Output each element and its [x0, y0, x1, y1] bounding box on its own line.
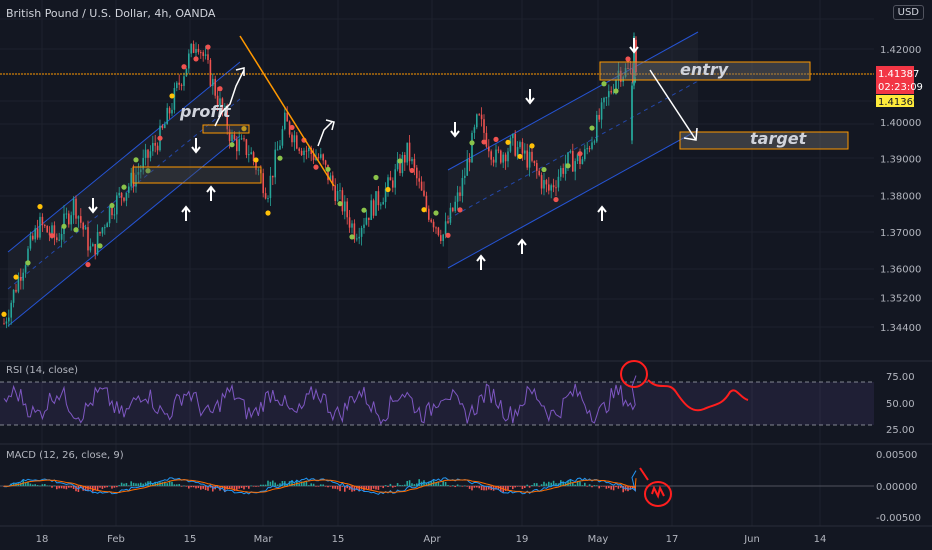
chart-canvas[interactable]: profit entry target 1.42000 1.40000 1.3900…: [0, 0, 932, 550]
time-tick-label: 15: [332, 534, 345, 545]
time-tick-label: 15: [184, 534, 197, 545]
target-label: target: [750, 129, 808, 148]
time-tick-label: Mar: [254, 534, 274, 545]
down-trendline[interactable]: [239, 35, 335, 187]
up-arrow: [517, 238, 527, 254]
rsi-tick-label: 25.00: [886, 425, 915, 436]
svg-text:1.41387: 1.41387: [878, 69, 919, 80]
macd-axis: 0.00500 0.00000 -0.00500: [876, 450, 921, 524]
profit-label: profit: [179, 102, 232, 121]
rsi-tick-label: 75.00: [886, 372, 915, 383]
rsi-axis: 75.00 50.00 25.00: [886, 372, 915, 436]
macd-tick-label: -0.00500: [876, 513, 921, 524]
time-axis[interactable]: 18 Feb 15 Mar 15 Apr 19 May 17 Jun 14: [36, 534, 827, 545]
price-tick-label: 1.40000: [880, 118, 921, 129]
macd-tick-label: 0.00000: [876, 482, 917, 493]
macd-red-drawing: [639, 467, 672, 507]
price-tick-label: 1.35200: [880, 294, 921, 305]
time-tick-label: 17: [666, 534, 679, 545]
price-tick-label: 1.42000: [880, 45, 921, 56]
down-arrow: [525, 89, 535, 105]
macd-label: MACD (12, 26, close, 9): [6, 450, 124, 461]
zone-box-2[interactable]: [202, 124, 250, 134]
second-price-badge: 1.41369: [876, 95, 919, 108]
entry-label: entry: [680, 60, 729, 79]
time-tick-label: 14: [814, 534, 827, 545]
rsi-tick-label: 50.00: [886, 399, 915, 410]
time-tick-label: Jun: [743, 534, 760, 545]
price-tick-label: 1.38000: [880, 191, 921, 202]
up-arrow: [476, 254, 486, 270]
macd-tick-label: 0.00500: [876, 450, 917, 461]
price-tick-label: 1.36000: [880, 264, 921, 275]
rsi-label: RSI (14, close): [6, 365, 79, 376]
svg-text:02:23:09: 02:23:09: [878, 82, 923, 93]
zone-box-1[interactable]: [132, 166, 262, 184]
time-tick-label: Apr: [423, 534, 441, 545]
up-arrow: [597, 205, 607, 221]
chart-title: British Pound / U.S. Dollar, 4h, OANDA: [6, 7, 216, 20]
up-arrow: [206, 185, 216, 201]
time-tick-label: 19: [516, 534, 529, 545]
last-price-badge: 1.41387 02:23:09: [876, 66, 923, 94]
price-tick-label: 1.34400: [880, 323, 921, 334]
time-tick-label: 18: [36, 534, 49, 545]
time-tick-label: Feb: [107, 534, 125, 545]
price-tick-label: 1.37000: [880, 228, 921, 239]
time-tick-label: May: [588, 534, 609, 545]
up-arrow: [181, 205, 191, 221]
price-tick-label: 1.39000: [880, 155, 921, 166]
svg-text:1.41369: 1.41369: [878, 97, 919, 108]
currency-button[interactable]: USD: [892, 5, 924, 20]
